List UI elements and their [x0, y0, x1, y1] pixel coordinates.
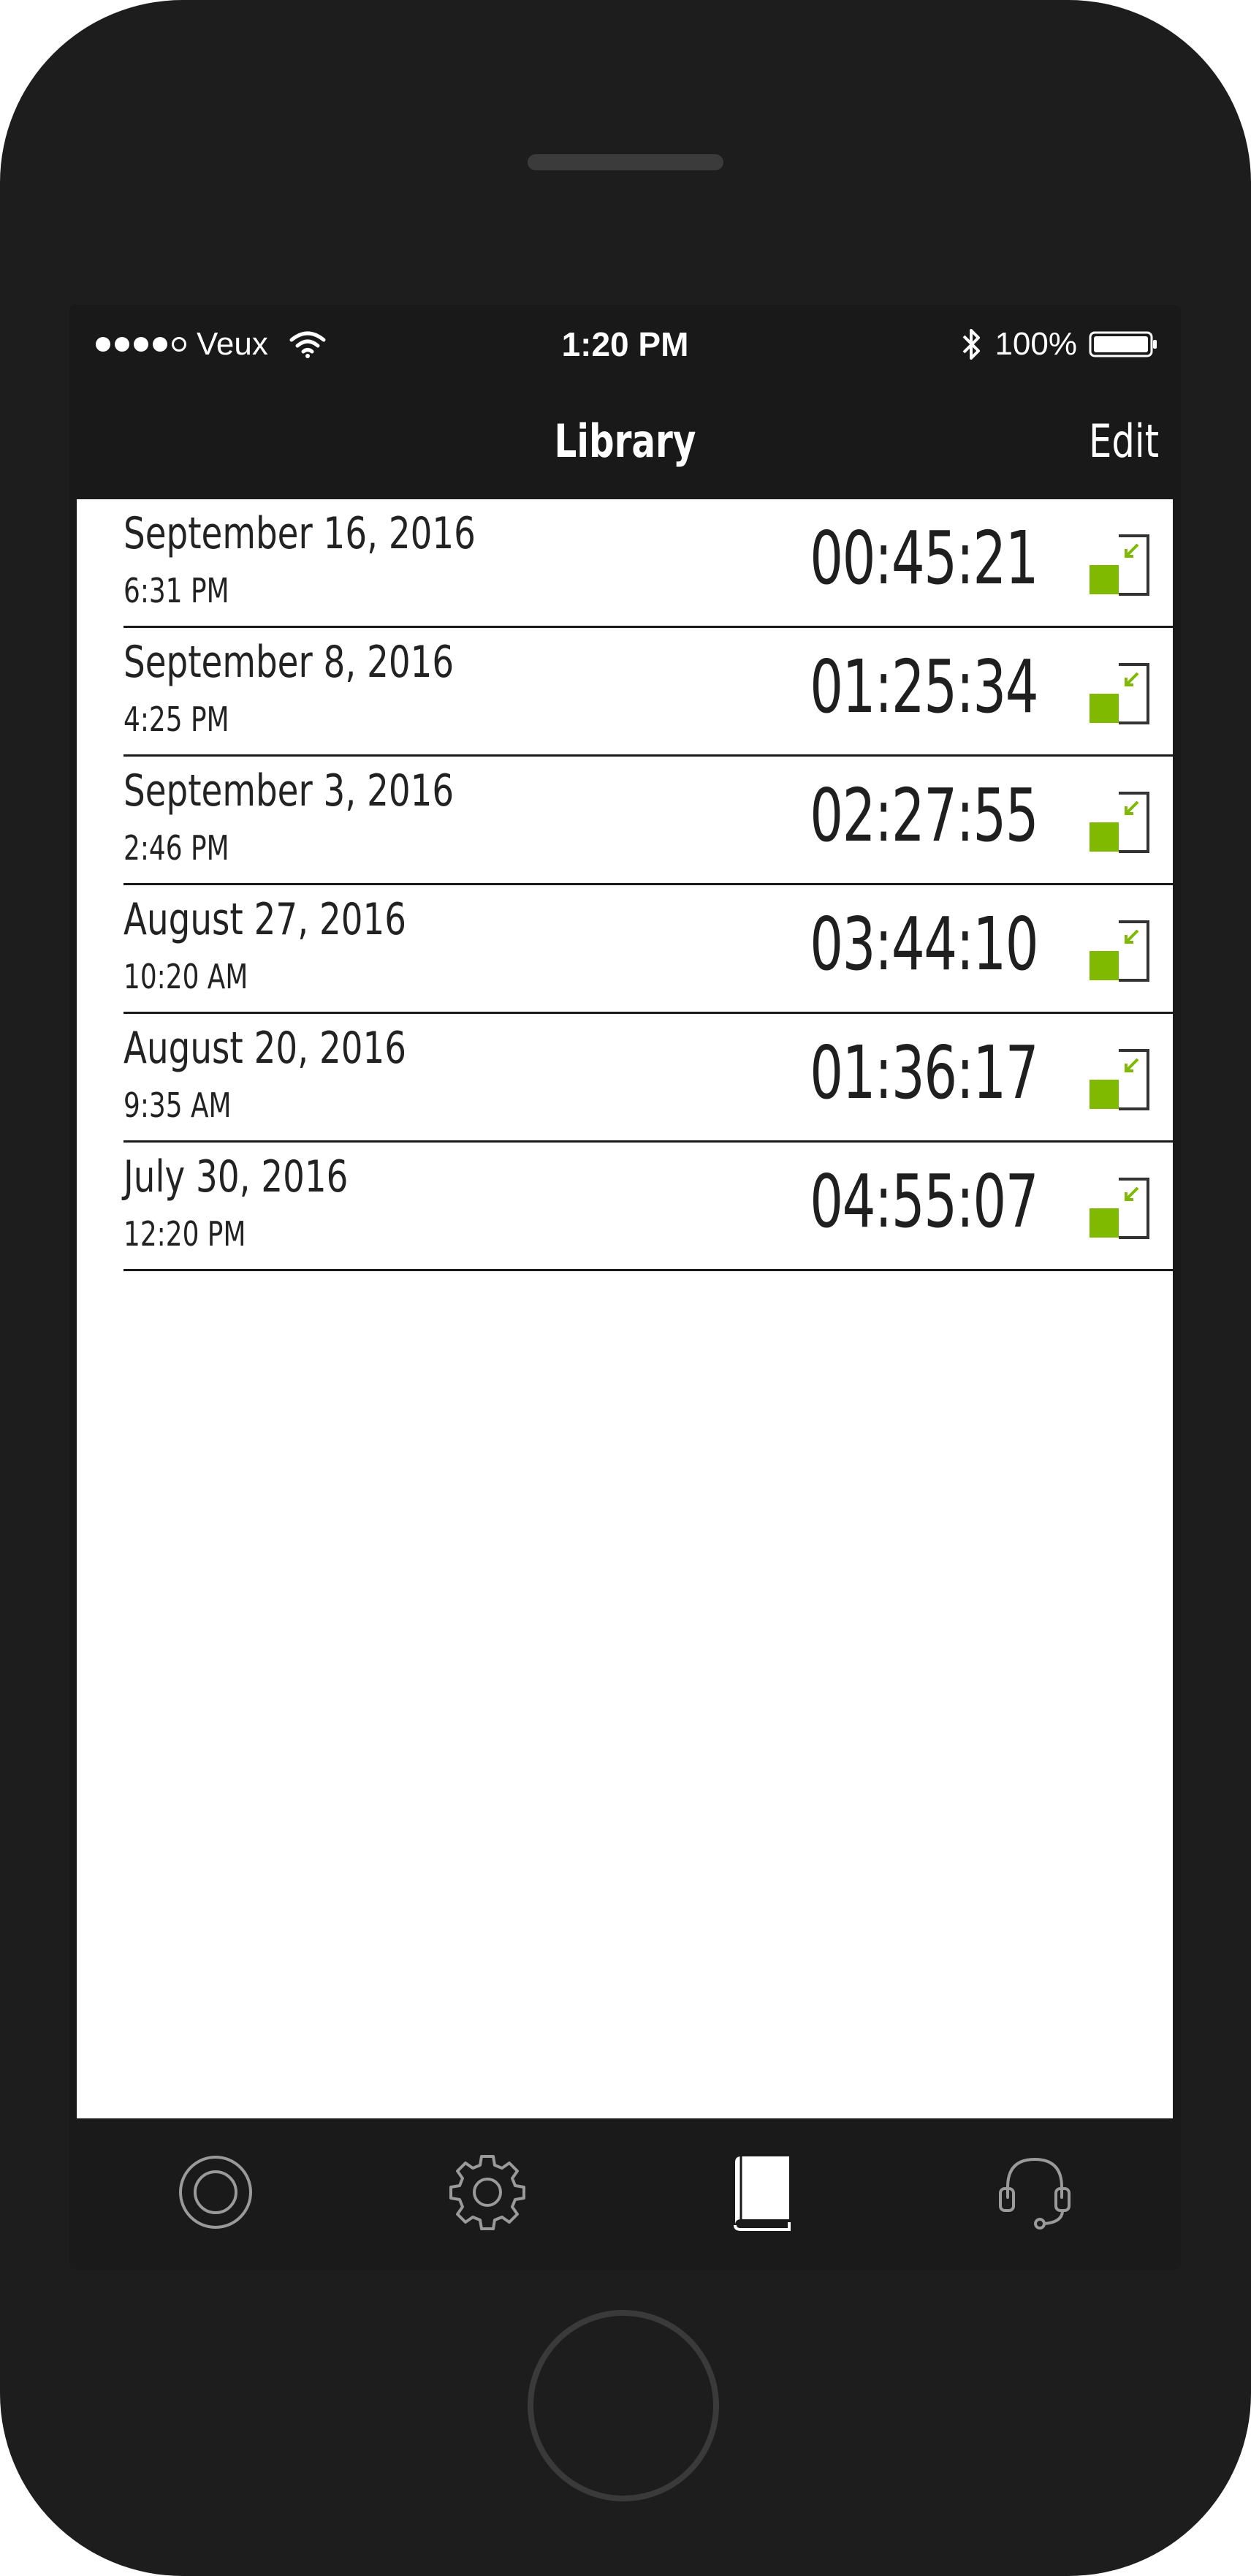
list-item[interactable]: August 20, 2016 9:35 AM 01:36:17	[123, 1014, 1173, 1143]
screen: Veux 1:20 PM 100% Library Edit September…	[69, 305, 1181, 2270]
battery-icon	[1089, 331, 1157, 357]
recording-time: 12:20 PM	[123, 1214, 246, 1254]
recordings-list: September 16, 2016 6:31 PM 00:45:21 Sept…	[77, 499, 1173, 2118]
recording-time: 4:25 PM	[123, 700, 229, 739]
headset-icon[interactable]	[995, 2152, 1075, 2232]
recording-duration: 02:27:55	[810, 773, 1038, 858]
list-item[interactable]: September 3, 2016 2:46 PM 02:27:55	[123, 757, 1173, 885]
recording-time: 2:46 PM	[123, 828, 229, 868]
recording-time: 6:31 PM	[123, 571, 229, 610]
record-icon[interactable]	[175, 2152, 256, 2232]
list-item[interactable]: September 16, 2016 6:31 PM 00:45:21	[123, 499, 1173, 628]
recording-date: September 3, 2016	[123, 765, 455, 817]
minimize-icon[interactable]	[1087, 1176, 1151, 1240]
recording-duration: 04:55:07	[810, 1159, 1038, 1244]
recording-time: 10:20 AM	[123, 957, 248, 996]
battery-percent: 100%	[995, 326, 1077, 362]
recording-duration: 01:36:17	[810, 1030, 1038, 1115]
recording-date: September 16, 2016	[123, 508, 476, 559]
bluetooth-icon	[963, 329, 981, 360]
minimize-icon[interactable]	[1087, 662, 1151, 726]
minimize-icon[interactable]	[1087, 919, 1151, 983]
minimize-icon[interactable]	[1087, 790, 1151, 855]
phone-frame: Veux 1:20 PM 100% Library Edit September…	[0, 0, 1251, 2576]
navigation-bar: Library Edit	[69, 385, 1181, 499]
earpiece-speaker	[528, 154, 723, 170]
tab-bar	[69, 2118, 1181, 2270]
recording-duration: 03:44:10	[810, 901, 1038, 987]
status-bar: Veux 1:20 PM 100%	[69, 305, 1181, 385]
edit-button[interactable]: Edit	[1089, 414, 1159, 468]
list-item[interactable]: August 27, 2016 10:20 AM 03:44:10	[123, 885, 1173, 1014]
recording-date: July 30, 2016	[123, 1151, 349, 1202]
list-item[interactable]: September 8, 2016 4:25 PM 01:25:34	[123, 628, 1173, 757]
recording-duration: 01:25:34	[810, 644, 1038, 730]
gear-icon[interactable]	[447, 2152, 528, 2232]
minimize-icon[interactable]	[1087, 533, 1151, 597]
recording-date: September 8, 2016	[123, 637, 455, 688]
recording-date: August 27, 2016	[123, 894, 407, 945]
status-right: 100%	[961, 324, 1159, 365]
recording-time: 9:35 AM	[123, 1086, 232, 1125]
list-item[interactable]: July 30, 2016 12:20 PM 04:55:07	[123, 1143, 1173, 1271]
page-title: Library	[554, 414, 696, 468]
minimize-icon[interactable]	[1087, 1048, 1151, 1112]
home-button[interactable]	[528, 2310, 719, 2501]
book-icon[interactable]	[722, 2152, 802, 2232]
recording-duration: 00:45:21	[810, 515, 1038, 601]
recording-date: August 20, 2016	[123, 1023, 407, 1074]
